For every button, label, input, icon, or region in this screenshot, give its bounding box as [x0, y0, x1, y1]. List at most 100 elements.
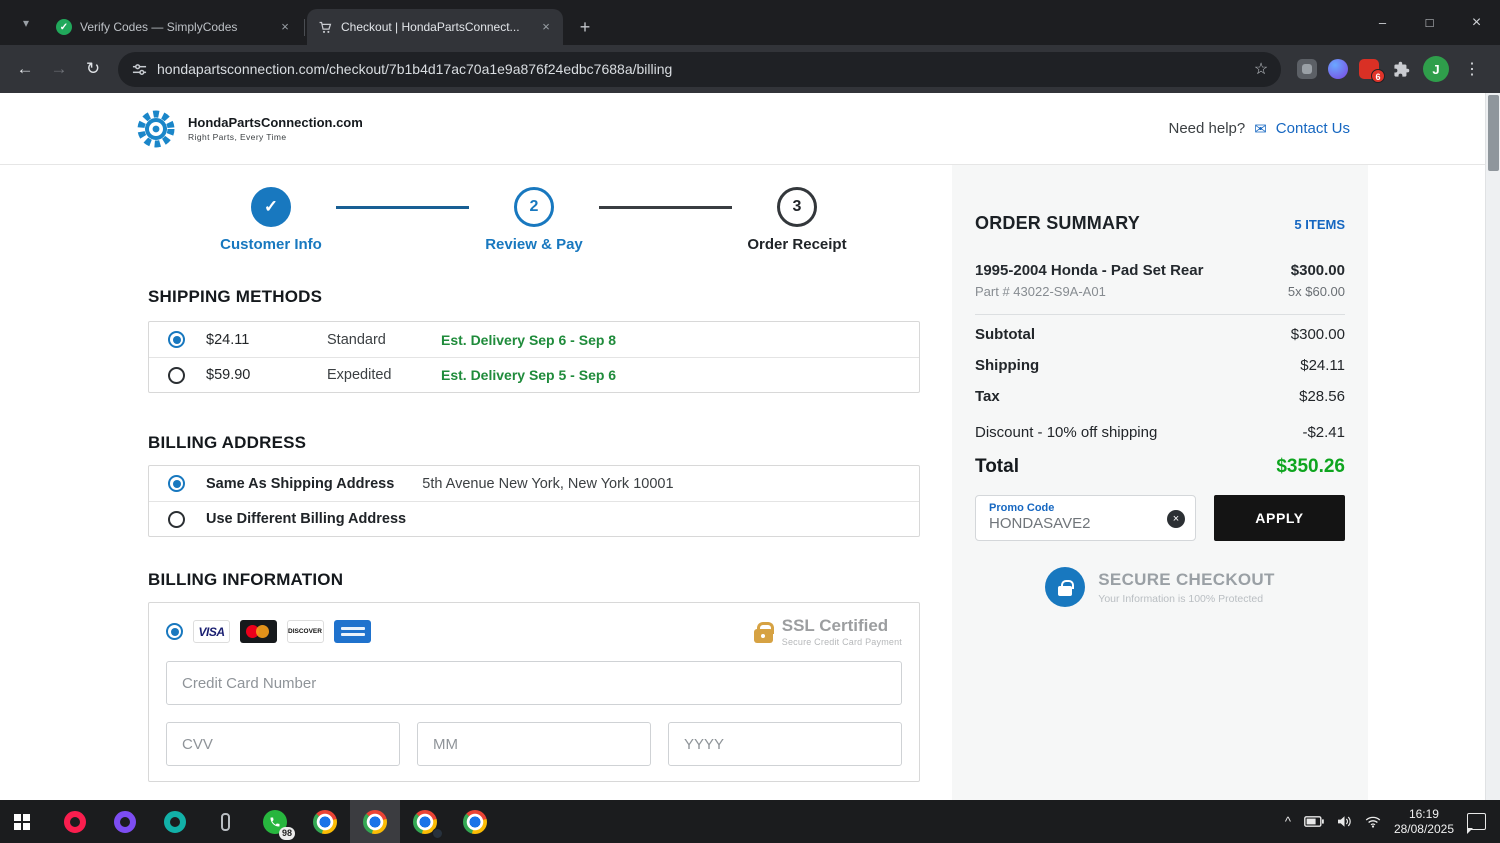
extension-icon[interactable]	[1328, 59, 1348, 79]
window-controls: – □ ×	[1359, 0, 1500, 45]
order-summary-title: ORDER SUMMARY	[975, 213, 1140, 233]
contact-us-link[interactable]: Contact Us	[1276, 120, 1350, 137]
radio-selected-icon[interactable]	[166, 623, 183, 640]
volume-icon[interactable]	[1337, 815, 1352, 828]
tab-search-button[interactable]: ▾	[12, 9, 40, 37]
apply-promo-button[interactable]: APPLY	[1214, 495, 1345, 541]
bookmark-icon[interactable]: ☆	[1247, 55, 1275, 83]
shipping-delivery: Est. Delivery Sep 6 - Sep 8	[441, 331, 617, 348]
taskbar-app-chrome-1[interactable]	[300, 800, 350, 843]
taskbar-app-chrome-2[interactable]	[350, 800, 400, 843]
item-name: 1995-2004 Honda - Pad Set Rear	[975, 262, 1204, 279]
close-window-button[interactable]: ×	[1453, 0, 1500, 45]
radio-icon[interactable]	[168, 510, 185, 528]
promo-code-input[interactable]	[989, 515, 1145, 532]
network-icon[interactable]	[1365, 816, 1381, 828]
tray-expand-icon[interactable]: ^	[1285, 814, 1291, 829]
close-tab-icon[interactable]: ×	[537, 18, 555, 36]
billing-option-same[interactable]: Same As Shipping Address 5th Avenue New …	[149, 466, 919, 501]
lock-icon	[753, 621, 774, 643]
new-tab-button[interactable]: +	[571, 13, 599, 41]
start-button[interactable]	[0, 800, 50, 843]
battery-icon[interactable]	[1304, 816, 1324, 827]
step-label: Customer Info	[220, 236, 322, 253]
maximize-button[interactable]: □	[1406, 0, 1453, 45]
back-button[interactable]: ←	[8, 52, 42, 86]
credit-card-number-input[interactable]	[166, 661, 902, 705]
radio-selected-icon[interactable]	[168, 475, 185, 492]
screen: ▾ ✓ Verify Codes — SimplyCodes × Checkou…	[0, 0, 1500, 843]
page-body: ✓ Customer Info 2 Review & Pay 3 Order R…	[0, 165, 1500, 800]
taskbar-app-chrome-4[interactable]	[450, 800, 500, 843]
notification-center-icon[interactable]	[1466, 813, 1486, 834]
taskbar: 98 ^ 16:19 28/08/2025	[0, 800, 1500, 843]
minimize-button[interactable]: –	[1359, 0, 1406, 45]
taskbar-app-pinned[interactable]	[200, 800, 250, 843]
profile-avatar[interactable]: J	[1423, 56, 1449, 82]
tab-simplycodes[interactable]: ✓ Verify Codes — SimplyCodes ×	[46, 9, 302, 45]
extension-badge-icon[interactable]: 6	[1359, 59, 1385, 83]
billing-information-heading: BILLING INFORMATION	[148, 570, 344, 589]
browser-menu-icon[interactable]: ⋮	[1460, 59, 1484, 79]
taskbar-clock[interactable]: 16:19 28/08/2025	[1394, 807, 1454, 837]
opera-icon	[64, 810, 86, 833]
step-connector	[599, 206, 732, 209]
discover-label: DISCOVER	[288, 628, 322, 635]
close-tab-icon[interactable]: ×	[276, 18, 294, 36]
step-review-pay[interactable]: 2 Review & Pay	[469, 187, 599, 253]
extensions-puzzle-icon[interactable]	[1390, 58, 1412, 80]
billing-option-label: Use Different Billing Address	[206, 511, 407, 527]
step-label: Order Receipt	[747, 236, 847, 253]
radio-selected-icon[interactable]	[168, 331, 185, 348]
step-customer-info[interactable]: ✓ Customer Info	[206, 187, 336, 253]
site-settings-icon[interactable]	[132, 62, 147, 77]
step-label: Review & Pay	[485, 236, 583, 253]
shipping-option-standard[interactable]: $24.11 Standard Est. Delivery Sep 6 - Se…	[149, 322, 919, 357]
shipping-options: $24.11 Standard Est. Delivery Sep 6 - Se…	[148, 321, 920, 393]
clock-date: 28/08/2025	[1393, 821, 1454, 836]
taskbar-app-whatsapp[interactable]: 98	[250, 800, 300, 843]
step-connector	[336, 206, 469, 209]
tab-divider	[304, 19, 305, 36]
url-text[interactable]: hondapartsconnection.com/checkout/7b1b4d…	[157, 61, 1247, 77]
taskbar-app-opera[interactable]	[50, 800, 100, 843]
scrollbar-thumb[interactable]	[1488, 95, 1499, 171]
cart-icon	[317, 19, 333, 35]
brand[interactable]: HondaPartsConnection.com Right Parts, Ev…	[133, 106, 363, 152]
checkout-main: ✓ Customer Info 2 Review & Pay 3 Order R…	[148, 187, 920, 800]
brand-tagline: Right Parts, Every Time	[188, 132, 287, 142]
line-item-detail: Part # 43022-S9A-A01 5x $60.00	[975, 284, 1345, 299]
taskbar-app-chrome-3[interactable]	[400, 800, 450, 843]
clear-promo-icon[interactable]: ×	[1167, 510, 1185, 528]
system-tray: ^ 16:19 28/08/2025	[1285, 807, 1500, 837]
taskbar-app-purple[interactable]	[100, 800, 150, 843]
promo-code-label: Promo Code	[989, 502, 1055, 514]
summary-total: Total $350.26	[975, 456, 1345, 478]
billing-option-different[interactable]: Use Different Billing Address	[149, 501, 919, 536]
address-bar[interactable]: hondapartsconnection.com/checkout/7b1b4d…	[118, 51, 1281, 87]
envelope-icon: ✉	[1254, 120, 1267, 138]
extension-badge: 6	[1371, 69, 1385, 83]
row-value: -$2.41	[1302, 424, 1345, 441]
radio-icon[interactable]	[168, 366, 185, 384]
promo-code-box[interactable]: Promo Code ×	[975, 495, 1196, 541]
payment-box: VISA DISCOVER SSL Certified Secure Credi…	[148, 602, 920, 782]
row-label: Shipping	[975, 357, 1040, 374]
row-label: Subtotal	[975, 326, 1035, 343]
expiry-year-input[interactable]	[668, 722, 902, 766]
tab-checkout[interactable]: Checkout | HondaPartsConnect... ×	[307, 9, 563, 45]
step-order-receipt[interactable]: 3 Order Receipt	[732, 187, 862, 253]
chevron-down-icon: ▾	[22, 16, 30, 30]
cvv-input[interactable]	[166, 722, 400, 766]
forward-button[interactable]: →	[42, 52, 76, 86]
side-panel-icon[interactable]	[1297, 59, 1317, 79]
taskbar-app-teal[interactable]	[150, 800, 200, 843]
reload-button[interactable]: ↻	[76, 52, 110, 86]
brand-name: HondaPartsConnection.com	[188, 115, 363, 130]
shipping-option-expedited[interactable]: $59.90 Expedited Est. Delivery Sep 5 - S…	[149, 357, 919, 392]
page-scrollbar[interactable]	[1485, 93, 1500, 800]
divider	[975, 314, 1345, 315]
expiry-month-input[interactable]	[417, 722, 651, 766]
row-value: $28.56	[1299, 388, 1345, 405]
step-number: 3	[792, 198, 802, 215]
